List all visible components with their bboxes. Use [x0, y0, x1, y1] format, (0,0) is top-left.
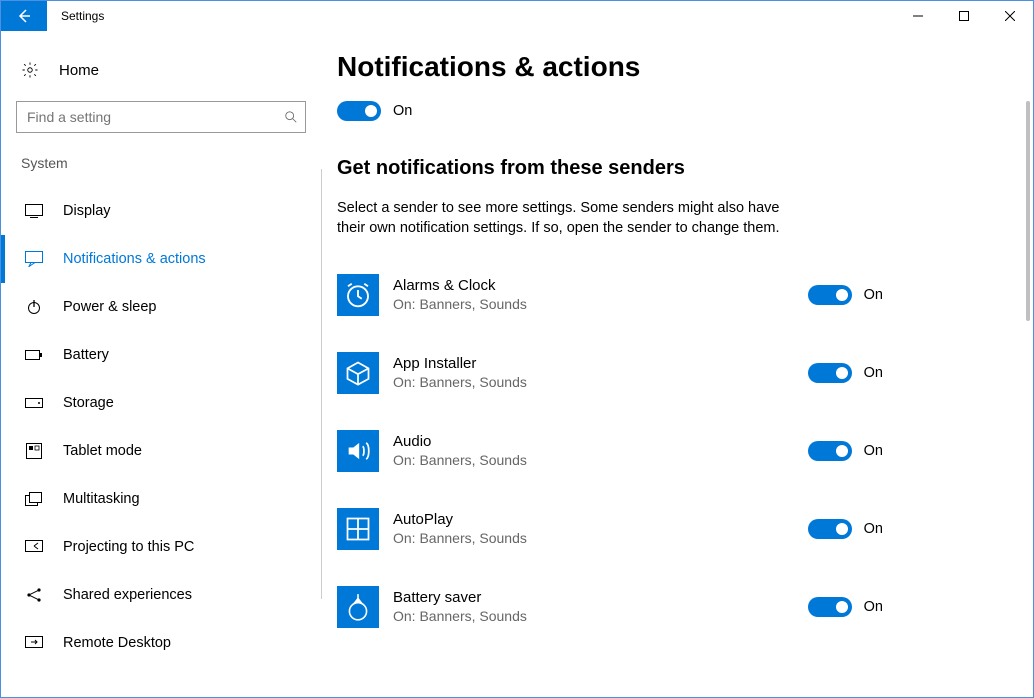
scrollbar[interactable] [1017, 31, 1031, 697]
sidebar-item-notifications[interactable]: Notifications & actions [1, 235, 321, 283]
sidebar-item-label: Multitasking [63, 491, 140, 507]
sidebar-item-tablet[interactable]: Tablet mode [1, 427, 321, 475]
sender-row[interactable]: Battery saver On: Banners, Sounds On [337, 579, 1003, 635]
close-button[interactable] [987, 1, 1033, 31]
sender-status: On: Banners, Sounds [393, 374, 808, 390]
sender-toggle-label: On [864, 287, 883, 303]
sender-row[interactable]: Audio On: Banners, Sounds On [337, 423, 1003, 479]
notifications-icon [25, 251, 43, 267]
sidebar-item-label: Remote Desktop [63, 635, 171, 651]
sender-row[interactable]: Alarms & Clock On: Banners, Sounds On [337, 267, 1003, 323]
sidebar: Home System Display Notifications & acti… [1, 31, 321, 697]
display-icon [25, 204, 43, 218]
sidebar-item-label: Battery [63, 347, 109, 363]
sender-name: App Installer [393, 355, 808, 372]
sender-toggle-label: On [864, 599, 883, 615]
sender-row[interactable]: App Installer On: Banners, Sounds On [337, 345, 1003, 401]
sidebar-item-label: Projecting to this PC [63, 539, 194, 555]
sender-name: Alarms & Clock [393, 277, 808, 294]
home-button[interactable]: Home [1, 47, 321, 93]
sidebar-item-label: Display [63, 203, 111, 219]
sidebar-item-battery[interactable]: Battery [1, 331, 321, 379]
master-toggle-label: On [393, 103, 412, 119]
shared-icon [25, 587, 43, 603]
sender-toggle[interactable] [808, 441, 852, 461]
storage-icon [25, 397, 43, 409]
search-input[interactable] [16, 101, 306, 133]
sidebar-item-display[interactable]: Display [1, 187, 321, 235]
sidebar-item-power[interactable]: Power & sleep [1, 283, 321, 331]
back-button[interactable] [1, 1, 47, 31]
sidebar-item-remote[interactable]: Remote Desktop [1, 619, 321, 667]
battery-saver-icon [337, 586, 379, 628]
master-toggle[interactable] [337, 101, 381, 121]
sender-toggle[interactable] [808, 597, 852, 617]
sidebar-item-label: Tablet mode [63, 443, 142, 459]
sender-status: On: Banners, Sounds [393, 530, 808, 546]
remote-icon [25, 636, 43, 650]
senders-description: Select a sender to see more settings. So… [337, 198, 797, 239]
projecting-icon [25, 540, 43, 554]
sidebar-item-label: Notifications & actions [63, 251, 206, 267]
sender-status: On: Banners, Sounds [393, 296, 808, 312]
gear-icon [21, 61, 39, 79]
sender-status: On: Banners, Sounds [393, 452, 808, 468]
sidebar-item-multitasking[interactable]: Multitasking [1, 475, 321, 523]
main-panel: Notifications & actions On Get notificat… [321, 31, 1033, 697]
app-installer-icon [337, 352, 379, 394]
senders-heading: Get notifications from these senders [337, 157, 1003, 180]
sender-toggle[interactable] [808, 363, 852, 383]
sender-toggle[interactable] [808, 519, 852, 539]
sidebar-item-label: Shared experiences [63, 587, 192, 603]
title-bar: Settings [1, 1, 1033, 31]
sidebar-item-storage[interactable]: Storage [1, 379, 321, 427]
sidebar-item-projecting[interactable]: Projecting to this PC [1, 523, 321, 571]
search-icon [284, 110, 298, 124]
sender-name: Audio [393, 433, 808, 450]
minimize-button[interactable] [895, 1, 941, 31]
autoplay-icon [337, 508, 379, 550]
section-label: System [1, 151, 321, 187]
sender-name: Battery saver [393, 589, 808, 606]
app-title: Settings [47, 1, 104, 31]
sender-toggle-label: On [864, 443, 883, 459]
multitasking-icon [25, 492, 43, 506]
sidebar-item-shared[interactable]: Shared experiences [1, 571, 321, 619]
sidebar-item-label: Storage [63, 395, 114, 411]
sender-toggle-label: On [864, 365, 883, 381]
sender-toggle-label: On [864, 521, 883, 537]
sender-toggle[interactable] [808, 285, 852, 305]
sidebar-item-label: Power & sleep [63, 299, 157, 315]
maximize-button[interactable] [941, 1, 987, 31]
scrollbar-thumb[interactable] [1026, 101, 1030, 321]
sender-status: On: Banners, Sounds [393, 608, 808, 624]
tablet-icon [25, 443, 43, 459]
divider [321, 169, 322, 599]
sender-row[interactable]: AutoPlay On: Banners, Sounds On [337, 501, 1003, 557]
home-label: Home [59, 62, 99, 79]
audio-icon [337, 430, 379, 472]
page-title: Notifications & actions [337, 51, 1003, 83]
sender-name: AutoPlay [393, 511, 808, 528]
battery-icon [25, 349, 43, 361]
alarms-clock-icon [337, 274, 379, 316]
power-icon [25, 299, 43, 315]
